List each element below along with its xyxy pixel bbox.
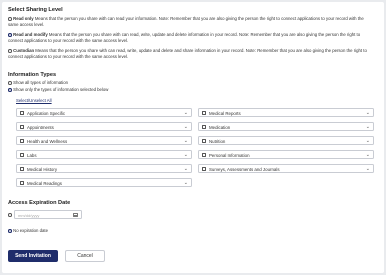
chevron-down-icon[interactable]: ⌄: [366, 152, 370, 158]
radio-no-expiration[interactable]: [8, 228, 12, 233]
info-type-surveys[interactable]: Surveys, Assessments and Journals ⌄: [198, 164, 374, 173]
checkbox[interactable]: [20, 111, 24, 115]
cancel-button[interactable]: Cancel: [65, 250, 105, 262]
info-type-appointments[interactable]: Appointments ⌄: [16, 122, 192, 131]
checkbox[interactable]: [202, 125, 206, 129]
radio-read-modify[interactable]: [8, 32, 12, 37]
show-all-option[interactable]: Show all types of information: [8, 80, 68, 85]
info-type-label: Personal Information: [209, 153, 250, 159]
info-type-label: Application Specific: [27, 111, 66, 117]
info-type-label: Appointments: [27, 125, 54, 131]
checkbox[interactable]: [202, 167, 206, 171]
chevron-down-icon[interactable]: ⌄: [366, 110, 370, 116]
sharing-option-desc: Means that the person you share with can…: [8, 32, 361, 43]
sharing-level-title: Select Sharing Level: [8, 7, 63, 13]
show-only-label: Show only the types of information selec…: [13, 87, 109, 92]
info-type-medical-readings[interactable]: Medical Readings ⌄: [16, 178, 192, 187]
share-invitation-form: Select Sharing Level Read only Means tha…: [2, 2, 384, 273]
select-unselect-all-link[interactable]: Select/Unselect All: [16, 98, 52, 103]
info-type-application-specific[interactable]: Application Specific ⌄: [16, 108, 192, 117]
info-type-medication[interactable]: Medication ⌄: [198, 122, 374, 131]
sharing-option-read-only[interactable]: Read only Means that the person you shar…: [8, 16, 374, 28]
chevron-down-icon[interactable]: ⌄: [184, 166, 188, 172]
checkbox[interactable]: [20, 153, 24, 157]
no-expiration-label: No expiration date: [13, 228, 48, 233]
info-type-label: Health and Wellness: [27, 139, 68, 145]
info-type-label: Nutrition: [209, 139, 226, 145]
information-types-title: Information Types: [8, 72, 57, 78]
checkbox[interactable]: [202, 111, 206, 115]
chevron-down-icon[interactable]: ⌄: [366, 124, 370, 130]
info-type-label: Medical Reports: [209, 111, 241, 117]
sharing-option-desc: Means that the person you share with can…: [8, 16, 364, 27]
info-type-label: Medication: [209, 125, 231, 131]
radio-show-all[interactable]: [8, 80, 12, 85]
expiration-title: Access Expiration Date: [8, 200, 71, 206]
checkbox[interactable]: [20, 181, 24, 185]
sharing-option-custodian[interactable]: Custodian Means that the person you shar…: [8, 48, 374, 60]
sharing-option-label: Read only: [13, 16, 34, 21]
chevron-down-icon[interactable]: ⌄: [184, 110, 188, 116]
chevron-down-icon[interactable]: ⌄: [184, 180, 188, 186]
chevron-down-icon[interactable]: ⌄: [184, 124, 188, 130]
chevron-down-icon[interactable]: ⌄: [184, 138, 188, 144]
checkbox[interactable]: [202, 153, 206, 157]
info-type-label: Surveys, Assessments and Journals: [209, 167, 280, 173]
checkbox[interactable]: [20, 125, 24, 129]
checkbox[interactable]: [20, 167, 24, 171]
radio-read-only[interactable]: [8, 16, 12, 21]
info-type-label: Labs: [27, 153, 37, 159]
info-type-labs[interactable]: Labs ⌄: [16, 150, 192, 159]
sharing-option-desc: Means that the person you share with can…: [8, 48, 367, 59]
radio-custodian[interactable]: [8, 48, 12, 53]
info-type-medical-reports[interactable]: Medical Reports ⌄: [198, 108, 374, 117]
sharing-option-read-modify[interactable]: Read and modify Means that the person yo…: [8, 32, 374, 44]
info-type-health-wellness[interactable]: Health and Wellness ⌄: [16, 136, 192, 145]
show-only-option[interactable]: Show only the types of information selec…: [8, 87, 108, 92]
info-type-label: Medical Readings: [27, 181, 62, 187]
calendar-icon[interactable]: [73, 212, 78, 218]
info-type-nutrition[interactable]: Nutrition ⌄: [198, 136, 374, 145]
send-invitation-button[interactable]: Send Invitation: [8, 250, 58, 262]
info-type-medical-history[interactable]: Medical History ⌄: [16, 164, 192, 173]
info-type-personal-information[interactable]: Personal Information ⌄: [198, 150, 374, 159]
radio-show-only[interactable]: [8, 87, 12, 92]
checkbox[interactable]: [20, 139, 24, 143]
radio-expiration-date[interactable]: [8, 213, 12, 217]
no-expiration-option[interactable]: No expiration date: [8, 228, 48, 233]
chevron-down-icon[interactable]: ⌄: [366, 166, 370, 172]
sharing-option-label: Custodian: [13, 48, 35, 53]
show-all-label: Show all types of information: [13, 80, 69, 85]
info-type-label: Medical History: [27, 167, 58, 173]
checkbox[interactable]: [202, 139, 206, 143]
date-placeholder: mm/dd/yyyy: [18, 213, 40, 218]
chevron-down-icon[interactable]: ⌄: [366, 138, 370, 144]
sharing-option-label: Read and modify: [13, 32, 48, 37]
expiration-date-input[interactable]: mm/dd/yyyy: [14, 210, 82, 219]
chevron-down-icon[interactable]: ⌄: [184, 152, 188, 158]
